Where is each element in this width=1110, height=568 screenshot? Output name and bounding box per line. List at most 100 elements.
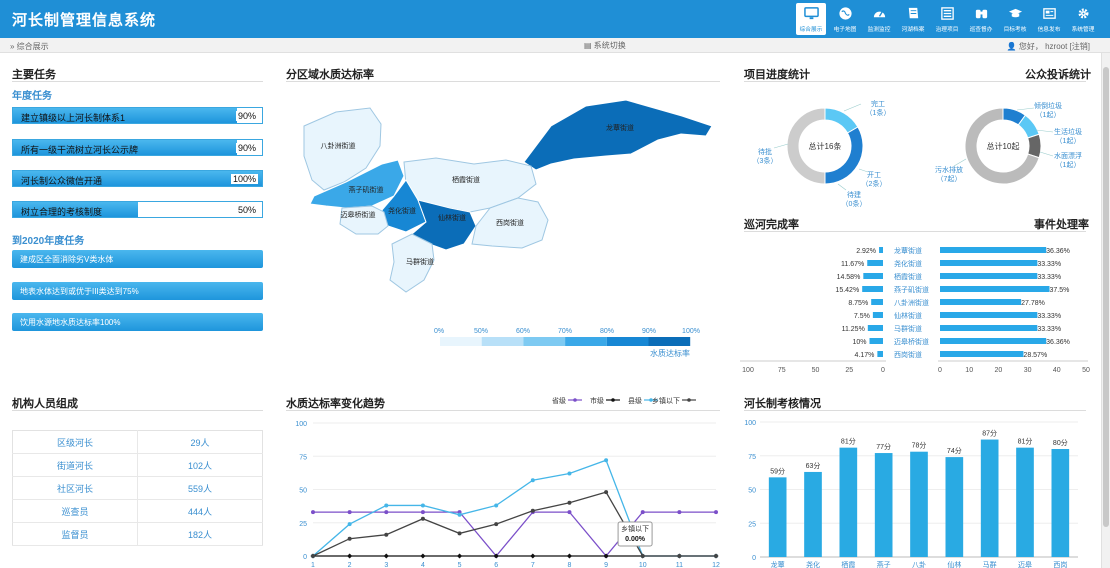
trend-point[interactable] — [457, 512, 462, 517]
trend-point[interactable] — [567, 500, 572, 505]
trend-series-line[interactable] — [312, 491, 716, 557]
nav-button-5[interactable]: 巡查督办 — [966, 3, 996, 35]
map-district-label: 尧化街道 — [388, 206, 416, 215]
trend-point[interactable] — [347, 536, 352, 541]
nav-button-2[interactable]: 监测监控 — [864, 3, 894, 35]
legend-tick: 80% — [600, 328, 614, 335]
trend-point[interactable] — [604, 490, 609, 495]
trend-point[interactable] — [383, 553, 389, 559]
patrol-bar[interactable] — [869, 338, 884, 344]
patrol-bar[interactable] — [879, 247, 883, 253]
trend-point[interactable] — [384, 510, 389, 515]
map-district-longtan[interactable] — [523, 99, 713, 171]
trend-point[interactable] — [384, 503, 389, 508]
event-bar[interactable] — [940, 351, 1024, 357]
legend-tick: 90% — [642, 328, 656, 335]
patrol-axis-tick: 0 — [881, 367, 885, 374]
nav-button-6[interactable]: 目标考核 — [1000, 3, 1030, 35]
nav-button-4[interactable]: 治理项目 — [932, 3, 962, 35]
trend-point[interactable] — [347, 553, 353, 559]
assessment-value-label: 81分 — [1018, 437, 1033, 446]
trend-point[interactable] — [604, 458, 609, 463]
map-legend: 0% 50% 60% 70% 80% 90% 100% 水质达标率 — [434, 328, 700, 358]
event-bar[interactable] — [940, 312, 1038, 318]
trend-legend-label: 市级 — [590, 396, 604, 405]
trend-legend-label: 省级 — [552, 396, 566, 405]
trend-point[interactable] — [530, 478, 535, 483]
trend-point[interactable] — [640, 510, 645, 515]
nav-button-8[interactable]: 系统管理 — [1068, 3, 1098, 35]
trend-point[interactable] — [384, 532, 389, 537]
assessment-bar[interactable] — [945, 457, 964, 557]
assessment-bar[interactable] — [910, 451, 928, 557]
patrol-chart: 2.92% 龙蕈街道 36.36% 11.67% 尧化街道 33.33% 14.58% 栖霞街… — [740, 246, 1090, 374]
assessment-bar[interactable] — [839, 447, 858, 557]
event-bar[interactable] — [940, 286, 1050, 292]
trend-point[interactable] — [311, 554, 315, 558]
assessment-bar[interactable] — [1051, 449, 1070, 557]
trend-point[interactable] — [347, 510, 352, 515]
trend-point[interactable] — [677, 510, 682, 515]
legend-swatch — [523, 337, 566, 346]
trend-point[interactable] — [714, 554, 718, 558]
patrol-bar[interactable] — [862, 286, 883, 292]
assessment-bar[interactable] — [768, 477, 787, 557]
trend-point[interactable] — [420, 553, 426, 559]
system-switch-button[interactable]: ▤ 系统切换 — [584, 40, 626, 51]
scrollbar-thumb[interactable] — [1103, 67, 1109, 527]
trend-point[interactable] — [714, 510, 718, 515]
nav-button-0[interactable]: 综合展示 — [796, 3, 826, 35]
trend-x-tick: 6 — [494, 562, 498, 568]
trend-point[interactable] — [420, 516, 425, 521]
donut-slice-label: 开工（2条） — [862, 171, 887, 188]
trend-point[interactable] — [567, 471, 572, 476]
patrol-bar[interactable] — [867, 325, 883, 331]
trend-point[interactable] — [311, 510, 315, 515]
trend-point[interactable] — [420, 510, 425, 515]
patrol-bar[interactable] — [872, 312, 883, 318]
globe-icon — [834, 3, 856, 23]
map-district-maigaoqiao[interactable] — [339, 205, 389, 235]
trend-series-line[interactable] — [312, 459, 716, 557]
donut-slice-开工[interactable] — [824, 126, 864, 185]
divider — [286, 81, 720, 82]
trend-point[interactable] — [494, 503, 499, 508]
patrol-bar[interactable] — [867, 260, 883, 266]
patrol-axis-tick: 75 — [778, 367, 786, 374]
event-bar[interactable] — [940, 299, 1022, 305]
donut-slice-完工[interactable] — [824, 107, 859, 134]
trend-point[interactable] — [494, 522, 499, 527]
nav-button-3[interactable]: 河湖档案 — [898, 3, 928, 35]
patrol-bar[interactable] — [871, 299, 883, 305]
trend-point[interactable] — [457, 531, 462, 536]
trend-point[interactable] — [567, 510, 572, 515]
app-root: 河长制管理信息系统 综合展示 电子地图 监测监控 河湖档案 治理项目 巡查督办 目标考核 信息… — [0, 0, 1110, 568]
event-bar[interactable] — [940, 247, 1047, 253]
assessment-bar[interactable] — [1016, 447, 1034, 557]
event-bar[interactable] — [940, 325, 1038, 331]
patrol-category-label: 尧化街道 — [894, 259, 922, 268]
donut-slice-label: 水面漂浮（1起） — [1054, 151, 1082, 169]
assessment-bar[interactable] — [980, 439, 999, 557]
trend-point[interactable] — [530, 553, 536, 559]
event-value-label: 33.33% — [1037, 313, 1061, 320]
trend-point[interactable] — [566, 553, 573, 559]
patrol-bar[interactable] — [863, 273, 883, 279]
trend-point[interactable] — [677, 554, 682, 558]
logout-link[interactable]: [注销] — [1070, 42, 1090, 51]
trend-point[interactable] — [640, 554, 645, 558]
trend-point[interactable] — [456, 553, 463, 559]
assessment-bar[interactable] — [804, 471, 822, 557]
nav-button-7[interactable]: 信息发布 — [1034, 3, 1064, 35]
trend-series-line[interactable] — [313, 511, 716, 558]
assessment-bar[interactable] — [874, 453, 893, 557]
nav-button-1[interactable]: 电子地图 — [830, 3, 860, 35]
trend-point[interactable] — [530, 508, 535, 513]
trend-point[interactable] — [347, 522, 352, 527]
patrol-bar[interactable] — [877, 351, 883, 357]
event-bar[interactable] — [940, 273, 1038, 279]
event-bar[interactable] — [940, 260, 1038, 266]
event-bar[interactable] — [940, 338, 1047, 344]
page-scrollbar[interactable] — [1101, 53, 1110, 568]
trend-point[interactable] — [420, 503, 425, 508]
